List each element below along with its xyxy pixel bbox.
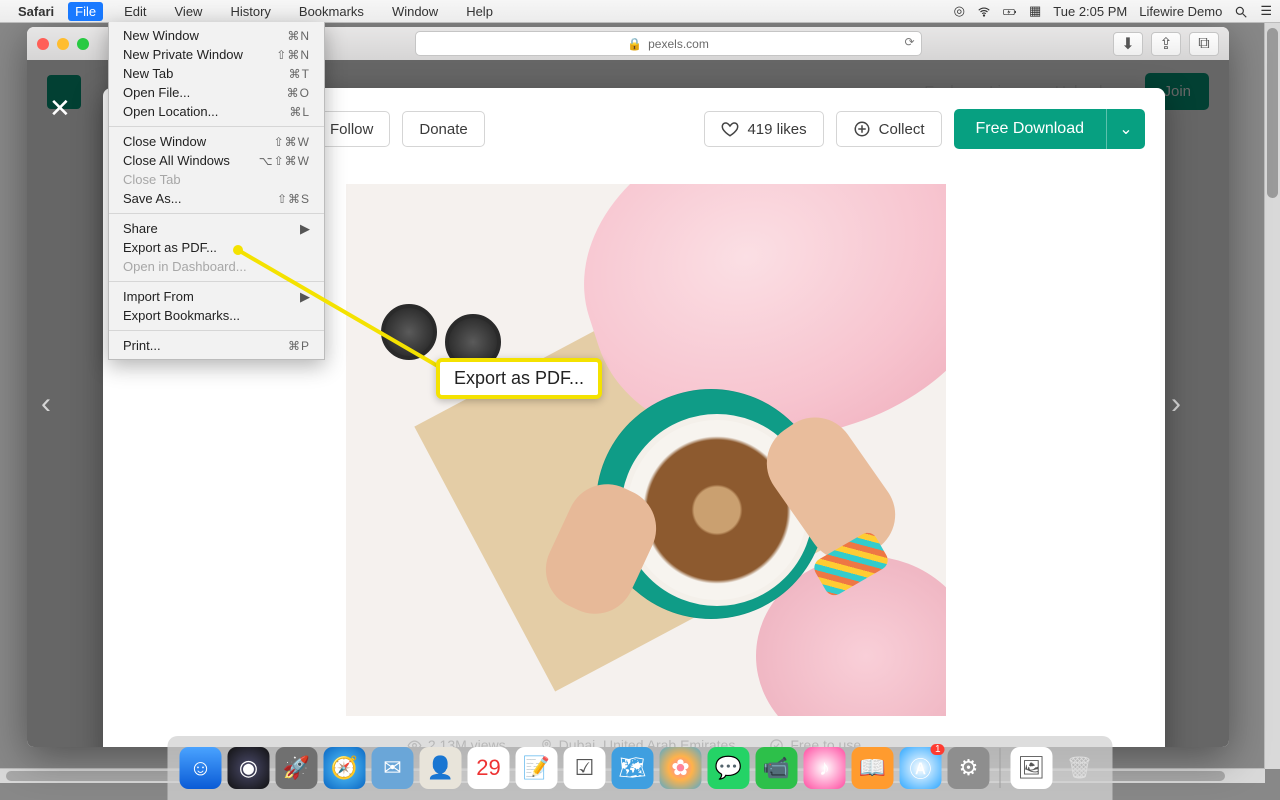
dock-mail[interactable]: ✉	[372, 747, 414, 789]
menu-print[interactable]: Print...⌘P	[109, 336, 324, 355]
menu-view[interactable]: View	[168, 2, 210, 21]
likes-button[interactable]: 419 likes	[704, 111, 823, 147]
dock-finder[interactable]: ☺	[180, 747, 222, 789]
macos-dock: ☺ ◉ 🚀 🧭 ✉ 👤 29 📝 ☑ 🗺 ✿ 💬 📹 ♪ 📖 Ⓐ1 ⚙ 🖼 🗑	[168, 736, 1113, 800]
dock-facetime[interactable]: 📹	[756, 747, 798, 789]
menu-export-bookmarks[interactable]: Export Bookmarks...	[109, 306, 324, 325]
menu-history[interactable]: History	[223, 2, 277, 21]
app-name[interactable]: Safari	[18, 4, 54, 19]
plus-circle-icon	[853, 120, 871, 138]
dock-messages[interactable]: 💬	[708, 747, 750, 789]
dock-music[interactable]: ♪	[804, 747, 846, 789]
menu-bookmarks[interactable]: Bookmarks	[292, 2, 371, 21]
menu-export-as-pdf[interactable]: Export as PDF...	[109, 238, 324, 257]
menu-edit[interactable]: Edit	[117, 2, 153, 21]
menu-open-location[interactable]: Open Location...⌘L	[109, 102, 324, 121]
lock-icon: 🔒	[627, 37, 642, 51]
collect-button[interactable]: Collect	[836, 111, 942, 147]
status-cc-icon[interactable]: ◎	[954, 3, 965, 19]
dock-launchpad[interactable]: 🚀	[276, 747, 318, 789]
dock-preferences[interactable]: ⚙	[948, 747, 990, 789]
heart-icon	[721, 120, 739, 138]
dock-ibooks[interactable]: 📖	[852, 747, 894, 789]
downloads-button[interactable]: ⬇	[1113, 32, 1143, 56]
carousel-next-icon[interactable]: ›	[1171, 387, 1205, 421]
menu-close-all-windows[interactable]: Close All Windows⌥⇧⌘W	[109, 151, 324, 170]
dock-calendar[interactable]: 29	[468, 747, 510, 789]
status-battery-icon[interactable]	[1003, 3, 1017, 19]
status-clock[interactable]: Tue 2:05 PM	[1053, 4, 1127, 19]
scroll-thumb[interactable]	[1267, 28, 1278, 198]
annotation-callout: Export as PDF...	[436, 358, 602, 399]
menu-new-private-window[interactable]: New Private Window⇧⌘N	[109, 45, 324, 64]
traffic-light-close[interactable]	[37, 38, 49, 50]
dock-safari[interactable]: 🧭	[324, 747, 366, 789]
menu-close-window[interactable]: Close Window⇧⌘W	[109, 132, 324, 151]
menu-new-window[interactable]: New Window⌘N	[109, 26, 324, 45]
menu-new-tab[interactable]: New Tab⌘T	[109, 64, 324, 83]
menu-save-as[interactable]: Save As...⇧⌘S	[109, 189, 324, 208]
file-menu-dropdown: New Window⌘N New Private Window⇧⌘N New T…	[108, 22, 325, 360]
dock-separator	[1000, 748, 1001, 788]
free-download-button[interactable]: Free Download ⌄	[954, 109, 1146, 149]
dock-appstore[interactable]: Ⓐ1	[900, 747, 942, 789]
dock-reminders[interactable]: ☑	[564, 747, 606, 789]
status-wifi-icon[interactable]	[977, 3, 991, 19]
dock-contacts[interactable]: 👤	[420, 747, 462, 789]
download-caret-icon[interactable]: ⌄	[1106, 109, 1145, 149]
dock-maps[interactable]: 🗺	[612, 747, 654, 789]
menu-open-file[interactable]: Open File...⌘O	[109, 83, 324, 102]
address-bar[interactable]: 🔒 pexels.com ⟳	[415, 31, 922, 56]
macos-menubar: Safari File Edit View History Bookmarks …	[0, 0, 1280, 23]
donate-button[interactable]: Donate	[402, 111, 484, 147]
reload-icon[interactable]: ⟳	[904, 35, 914, 49]
menu-import-from[interactable]: Import From▶	[109, 287, 324, 306]
tabs-button[interactable]: ⧉	[1189, 32, 1219, 56]
spotlight-icon[interactable]	[1234, 3, 1248, 19]
address-text: pexels.com	[648, 37, 709, 51]
dock-siri[interactable]: ◉	[228, 747, 270, 789]
close-modal-icon[interactable]: ✕	[49, 93, 71, 124]
menu-window[interactable]: Window	[385, 2, 445, 21]
dock-photos[interactable]: ✿	[660, 747, 702, 789]
notification-center-icon[interactable]: ☰	[1260, 3, 1272, 19]
status-user[interactable]: Lifewire Demo	[1139, 4, 1222, 19]
share-button[interactable]: ⇪	[1151, 32, 1181, 56]
carousel-prev-icon[interactable]: ‹	[41, 387, 75, 421]
menu-file[interactable]: File	[68, 2, 103, 21]
traffic-light-minimize[interactable]	[57, 38, 69, 50]
dock-notes[interactable]: 📝	[516, 747, 558, 789]
menu-close-tab: Close Tab	[109, 170, 324, 189]
menu-help[interactable]: Help	[459, 2, 500, 21]
menu-open-in-dashboard: Open in Dashboard...	[109, 257, 324, 276]
menu-share[interactable]: Share▶	[109, 219, 324, 238]
traffic-light-zoom[interactable]	[77, 38, 89, 50]
dock-recent-file[interactable]: 🖼	[1011, 747, 1053, 789]
status-control-icon[interactable]: ▦	[1029, 3, 1041, 19]
page-vertical-scrollbar[interactable]	[1264, 22, 1280, 769]
photo-preview[interactable]	[346, 184, 946, 716]
dock-trash[interactable]: 🗑	[1059, 747, 1101, 789]
